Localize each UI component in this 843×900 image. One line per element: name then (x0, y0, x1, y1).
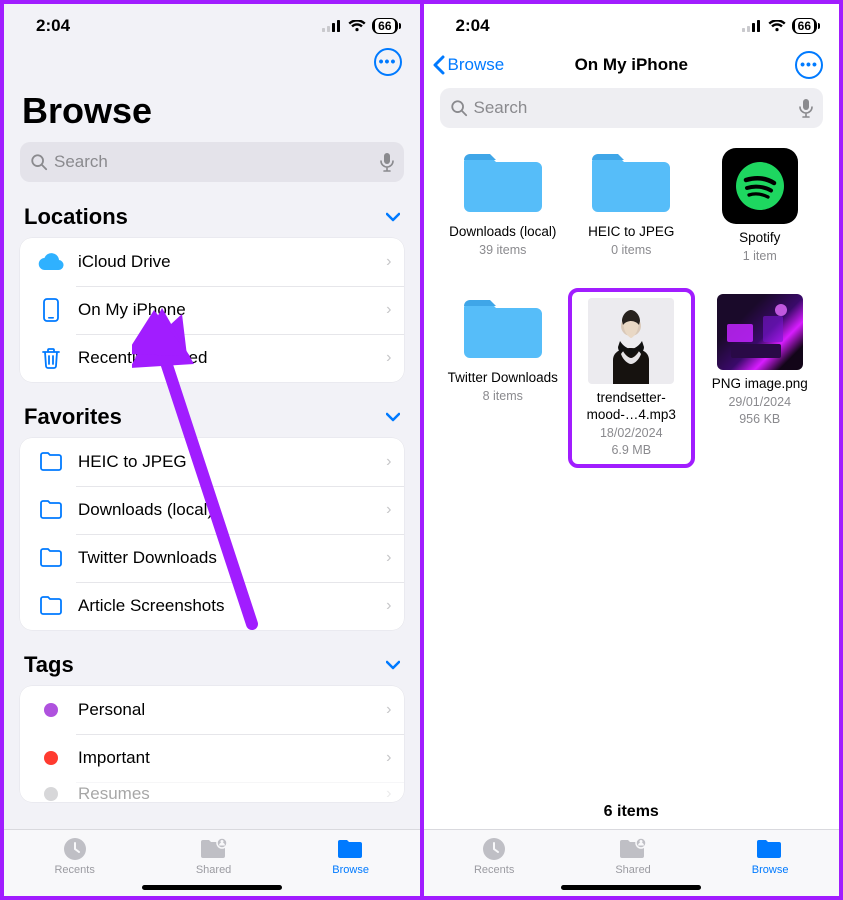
trash-icon (36, 347, 66, 369)
locations-list: iCloud Drive › On My iPhone › Recently D… (20, 238, 404, 382)
phone-icon (36, 298, 66, 322)
chevron-down-icon (386, 660, 400, 670)
file-png-image[interactable]: PNG image.png 29/01/2024 956 KB (701, 294, 820, 462)
chevron-down-icon (386, 412, 400, 422)
chevron-down-icon (386, 212, 400, 222)
folder-icon (36, 548, 66, 568)
folder-downloads-local[interactable]: Downloads (local) 39 items (444, 148, 563, 264)
more-options-button[interactable]: ••• (374, 48, 402, 76)
phone-screen-on-my-iphone: 2:04 66 Browse On My iPhone ••• Search D… (424, 0, 843, 900)
nav-title: On My iPhone (575, 55, 688, 75)
cloud-icon (36, 253, 66, 271)
shared-folder-icon (618, 836, 648, 862)
tab-shared[interactable]: Shared (615, 836, 650, 876)
chevron-right-icon: › (386, 549, 391, 567)
phone-screen-browse: 2:04 66 ••• Browse Search Locations (0, 0, 424, 900)
folder-icon (336, 836, 366, 862)
location-on-my-iphone[interactable]: On My iPhone › (20, 286, 404, 334)
chevron-right-icon: › (386, 501, 391, 519)
folder-heic-to-jpeg[interactable]: HEIC to JPEG 0 items (572, 148, 691, 264)
mic-icon[interactable] (799, 98, 813, 118)
favorite-heic-to-jpeg[interactable]: HEIC to JPEG › (20, 438, 404, 486)
status-time: 2:04 (36, 16, 70, 36)
folder-icon (36, 500, 66, 520)
tab-bar: Recents Shared Browse (424, 829, 840, 896)
home-indicator[interactable] (561, 885, 701, 890)
chevron-right-icon: › (386, 749, 391, 767)
locations-header[interactable]: Locations (4, 182, 420, 238)
folder-icon (755, 836, 785, 862)
chevron-left-icon (432, 55, 446, 75)
search-icon (450, 99, 468, 117)
search-placeholder: Search (474, 98, 528, 118)
favorite-article-screenshots[interactable]: Article Screenshots › (20, 582, 404, 630)
tab-bar: Recents Shared Browse (4, 829, 420, 896)
tag-resumes[interactable]: Resumes › (20, 782, 404, 802)
search-placeholder: Search (54, 152, 108, 172)
status-bar: 2:04 66 (424, 4, 840, 44)
favorite-downloads-local[interactable]: Downloads (local) › (20, 486, 404, 534)
tag-dot-icon (44, 703, 58, 717)
chevron-right-icon: › (386, 349, 391, 367)
tab-browse[interactable]: Browse (332, 836, 369, 876)
tag-important[interactable]: Important › (20, 734, 404, 782)
search-icon (30, 153, 48, 171)
location-recently-deleted[interactable]: Recently Deleted › (20, 334, 404, 382)
folder-twitter-downloads[interactable]: Twitter Downloads 8 items (444, 294, 563, 462)
folder-icon (36, 452, 66, 472)
chevron-right-icon: › (386, 301, 391, 319)
file-grid: Downloads (local) 39 items HEIC to JPEG … (424, 128, 840, 472)
status-time: 2:04 (456, 16, 490, 36)
chevron-right-icon: › (386, 253, 391, 271)
audio-thumbnail (588, 298, 674, 384)
shared-folder-icon (199, 836, 229, 862)
file-trendsetter-mp3[interactable]: trendsetter-mood-…4.mp3 18/02/2024 6.9 M… (568, 288, 695, 468)
tags-list: Personal › Important › Resumes › (20, 686, 404, 802)
more-options-button[interactable]: ••• (795, 51, 823, 79)
tab-recents[interactable]: Recents (474, 836, 514, 876)
tab-recents[interactable]: Recents (54, 836, 94, 876)
favorites-header[interactable]: Favorites (4, 382, 420, 438)
tab-browse[interactable]: Browse (752, 836, 789, 876)
nav-bar: Browse On My iPhone ••• (424, 44, 840, 88)
cellular-icon (742, 20, 762, 32)
status-bar: 2:04 66 (4, 4, 420, 44)
tag-dot-icon (44, 787, 58, 801)
battery-icon: 66 (792, 18, 817, 34)
tags-header[interactable]: Tags (4, 630, 420, 686)
tag-personal[interactable]: Personal › (20, 686, 404, 734)
home-indicator[interactable] (142, 885, 282, 890)
wifi-icon (348, 20, 366, 32)
folder-spotify[interactable]: Spotify 1 item (701, 148, 820, 264)
favorites-list: HEIC to JPEG › Downloads (local) › Twitt… (20, 438, 404, 630)
back-button[interactable]: Browse (432, 55, 505, 75)
cellular-icon (322, 20, 342, 32)
clock-icon (480, 836, 508, 862)
page-title: Browse (4, 76, 420, 142)
folder-icon (36, 596, 66, 616)
tab-shared[interactable]: Shared (196, 836, 231, 876)
chevron-right-icon: › (386, 453, 391, 471)
favorite-twitter-downloads[interactable]: Twitter Downloads › (20, 534, 404, 582)
mic-icon[interactable] (380, 152, 394, 172)
image-thumbnail (717, 294, 803, 370)
search-input[interactable]: Search (20, 142, 404, 182)
chevron-right-icon: › (386, 597, 391, 615)
spotify-icon (722, 148, 798, 224)
chevron-right-icon: › (386, 785, 391, 802)
location-icloud-drive[interactable]: iCloud Drive › (20, 238, 404, 286)
battery-icon: 66 (372, 18, 397, 34)
chevron-right-icon: › (386, 701, 391, 719)
search-input[interactable]: Search (440, 88, 824, 128)
clock-icon (61, 836, 89, 862)
item-count: 6 items (424, 793, 840, 829)
wifi-icon (768, 20, 786, 32)
tag-dot-icon (44, 751, 58, 765)
